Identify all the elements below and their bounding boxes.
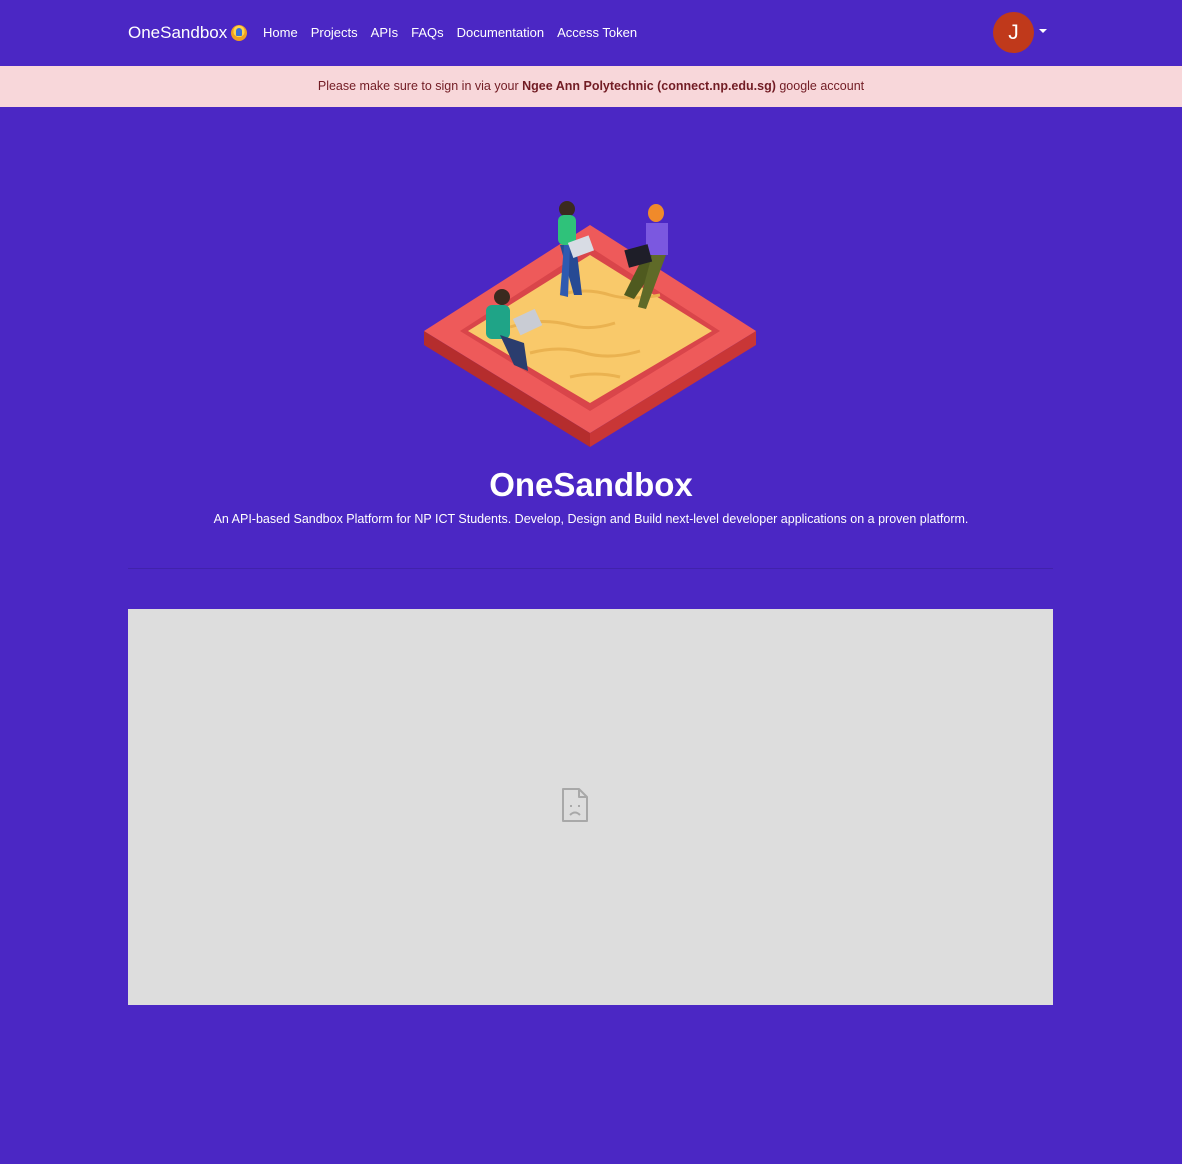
hero-subtitle: An API-based Sandbox Platform for NP ICT…	[213, 512, 969, 526]
alert-prefix: Please make sure to sign in via your	[317, 79, 523, 93]
user-menu-toggle[interactable]: J	[993, 12, 1047, 53]
nav-documentation[interactable]: Documentation	[457, 24, 544, 42]
signin-alert: Please make sure to sign in via your Nge…	[0, 66, 1182, 107]
hero-title: OneSandbox	[489, 466, 693, 503]
sandbox-illustration	[424, 201, 756, 447]
nav-home[interactable]: Home	[263, 24, 298, 42]
caret-down-icon	[1039, 29, 1047, 33]
alert-account-domain: Ngee Ann Polytechnic (connect.np.edu.sg)	[522, 79, 776, 93]
top-navbar: OneSandbox Home Projects APIs FAQs Docum…	[0, 0, 1182, 66]
nav-access-token[interactable]: Access Token	[557, 24, 637, 42]
alert-suffix: google account	[775, 79, 865, 93]
nav-projects[interactable]: Projects	[311, 24, 358, 42]
nav-links: Home Projects APIs FAQs Documentation Ac…	[263, 24, 650, 42]
brand-name: OneSandbox	[128, 23, 228, 42]
brand-link[interactable]: OneSandbox	[128, 22, 248, 44]
embedded-frame	[128, 609, 1053, 1005]
nav-faqs[interactable]: FAQs	[411, 24, 444, 42]
nav-apis[interactable]: APIs	[371, 24, 398, 42]
broken-page-icon	[562, 788, 588, 822]
avatar: J	[993, 12, 1034, 53]
section-divider	[128, 568, 1053, 569]
brand-logo-icon	[231, 25, 248, 41]
